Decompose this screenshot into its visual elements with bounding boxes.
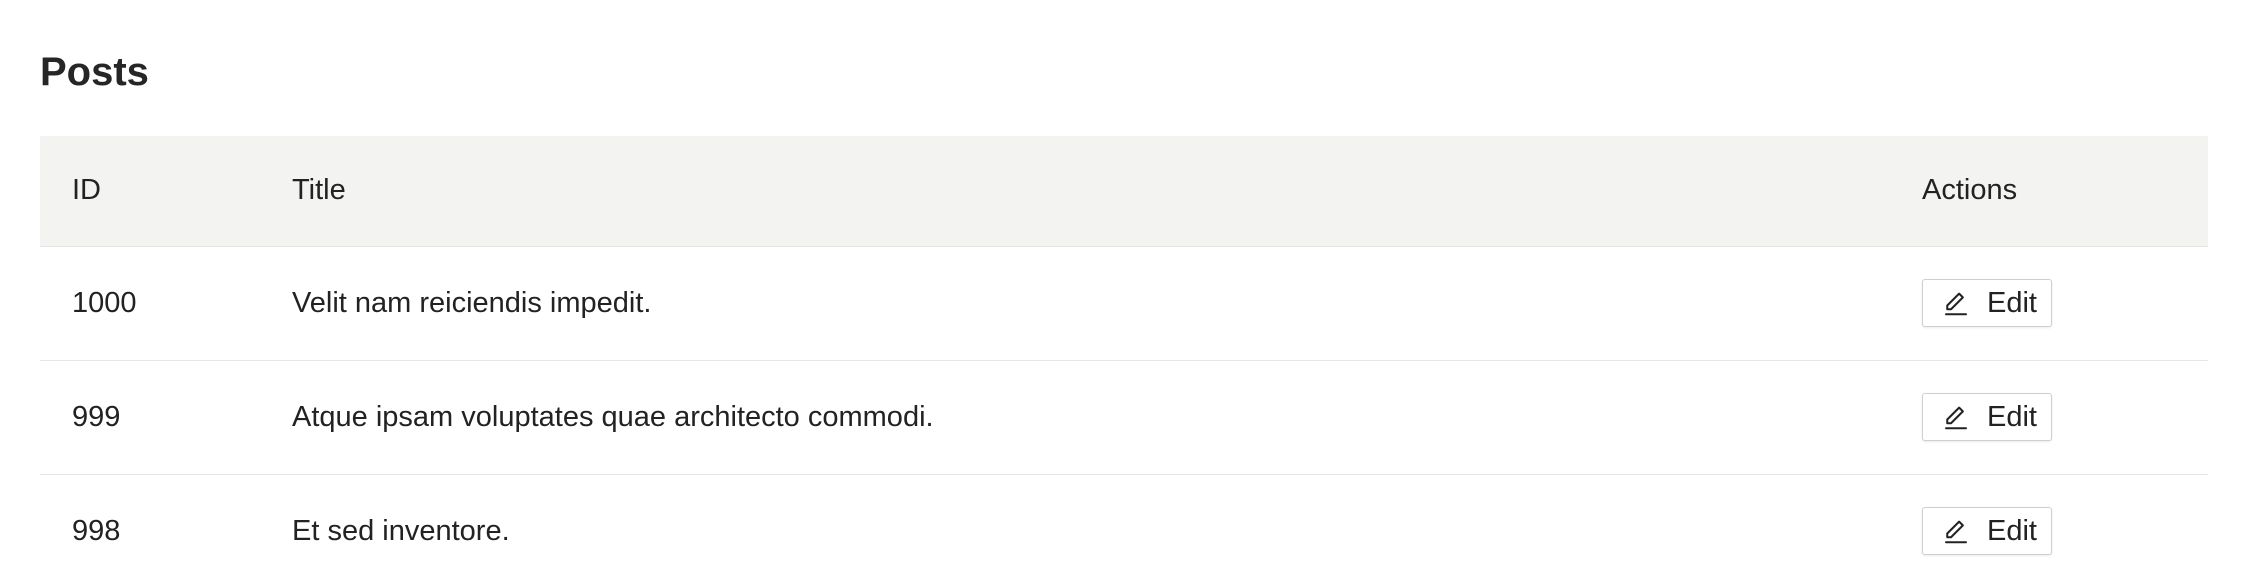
edit-button[interactable]: Edit xyxy=(1922,393,2052,441)
post-title-cell: Atque ipsam voluptates quae architecto c… xyxy=(292,400,934,433)
page-title: Posts xyxy=(40,50,149,94)
table-row: 998 Et sed inventore. Edit xyxy=(40,474,2208,588)
post-id-cell: 998 xyxy=(72,514,121,547)
table-row: 1000 Velit nam reiciendis impedit. Edit xyxy=(40,246,2208,360)
table-header-row: ID Title Actions xyxy=(40,136,2208,246)
posts-table: ID Title Actions 1000 Velit nam reiciend… xyxy=(40,136,2208,588)
edit-button-label: Edit xyxy=(1987,286,2037,319)
post-title-cell: Velit nam reiciendis impedit. xyxy=(292,286,652,319)
actions-cell: Edit xyxy=(1922,246,2208,360)
column-header-id[interactable]: ID xyxy=(40,136,292,246)
pencil-icon xyxy=(1941,516,1971,546)
post-id-cell: 999 xyxy=(72,400,121,433)
post-id-cell: 1000 xyxy=(72,286,137,319)
edit-button-label: Edit xyxy=(1987,514,2037,547)
edit-button[interactable]: Edit xyxy=(1922,507,2052,556)
pencil-icon xyxy=(1941,288,1971,318)
column-header-actions: Actions xyxy=(1922,174,2018,207)
pencil-icon xyxy=(1941,402,1971,432)
actions-cell: Edit xyxy=(1922,360,2208,474)
post-title-cell: Et sed inventore. xyxy=(292,514,510,547)
edit-button[interactable]: Edit xyxy=(1922,279,2052,327)
actions-cell: Edit xyxy=(1922,474,2208,588)
column-header-title[interactable]: Title xyxy=(292,136,1922,246)
edit-button-label: Edit xyxy=(1987,400,2037,433)
table-row: 999 Atque ipsam voluptates quae architec… xyxy=(40,360,2208,474)
